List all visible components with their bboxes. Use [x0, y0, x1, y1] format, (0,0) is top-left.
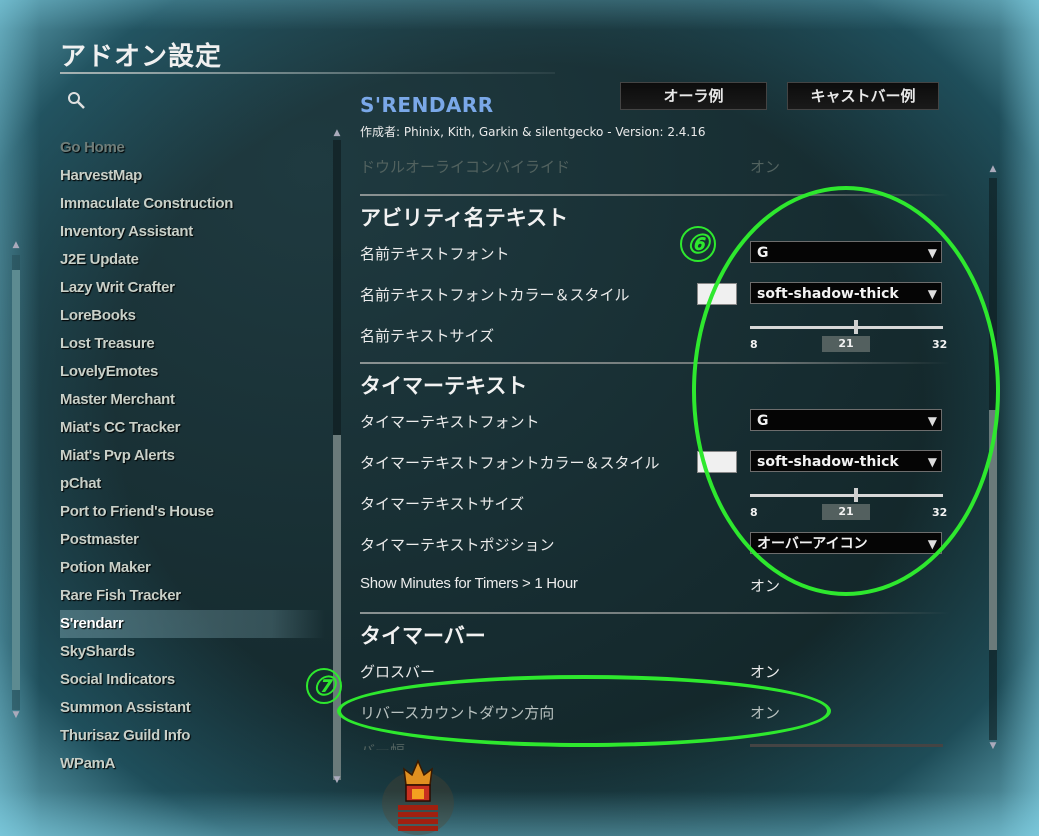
- scroll-down-arrow-icon[interactable]: ▼: [988, 741, 998, 751]
- setting-value[interactable]: オン: [750, 160, 780, 177]
- addon-list-item[interactable]: Inventory Assistant: [60, 218, 325, 246]
- addon-list-item[interactable]: Miat's Pvp Alerts: [60, 442, 325, 470]
- addon-list-item[interactable]: Postmaster: [60, 526, 325, 554]
- addon-name: S'RENDARR: [360, 93, 494, 117]
- name-font-label: 名前テキストフォント: [360, 245, 510, 263]
- addon-list-item[interactable]: J2E Update: [60, 246, 325, 274]
- gloss-bar-label: グロスバー: [360, 663, 436, 681]
- addon-list-item[interactable]: Miat's CC Tracker: [60, 414, 325, 442]
- bar-width-slider[interactable]: [750, 744, 943, 747]
- window-title: アドオン設定: [60, 42, 223, 72]
- timer-size-label: タイマーテキストサイズ: [360, 495, 525, 513]
- addon-list-item[interactable]: SkyShards: [60, 638, 325, 666]
- name-color-style-label: 名前テキストフォントカラー＆スタイル: [360, 286, 630, 304]
- timer-bar-section-header: タイマーバー: [360, 624, 486, 648]
- addon-list-item[interactable]: Social Indicators: [60, 666, 325, 694]
- annotation-number-7: ⑦: [306, 668, 342, 704]
- addon-list-item[interactable]: Port to Friend's House: [60, 498, 325, 526]
- timer-text-section-header: タイマーテキスト: [360, 374, 528, 398]
- addon-list-item[interactable]: Go Home: [60, 134, 325, 162]
- annotation-ellipse-6: [692, 186, 1000, 596]
- show-minutes-label: Show Minutes for Timers > 1 Hour: [360, 575, 578, 592]
- addon-list-item[interactable]: pChat: [60, 470, 325, 498]
- tower-icon: [382, 759, 454, 835]
- scroll-up-arrow-icon[interactable]: ▲: [332, 128, 342, 138]
- section-divider: [360, 612, 950, 614]
- annotation-ellipse-7: [337, 675, 831, 747]
- scroll-down-arrow-icon[interactable]: ▼: [332, 775, 342, 785]
- timer-position-label: タイマーテキストポジション: [360, 536, 555, 554]
- name-size-label: 名前テキストサイズ: [360, 327, 495, 345]
- scroll-up-arrow-icon[interactable]: ▲: [11, 240, 21, 250]
- gloss-bar-toggle[interactable]: オン: [750, 661, 780, 682]
- setting-label: ドウルオーライコンバイライド: [360, 160, 571, 176]
- title-divider: [60, 72, 555, 74]
- addon-list-item[interactable]: Rare Fish Tracker: [60, 582, 325, 610]
- addon-list-inner-scroll-thumb[interactable]: [333, 435, 341, 780]
- castbar-example-button[interactable]: キャストバー例: [787, 82, 939, 110]
- addon-list-item[interactable]: Immaculate Construction: [60, 190, 325, 218]
- scroll-down-arrow-icon[interactable]: ▼: [11, 710, 21, 720]
- addon-list-item[interactable]: Lazy Writ Crafter: [60, 274, 325, 302]
- timer-font-label: タイマーテキストフォント: [360, 413, 540, 431]
- addon-list-item[interactable]: Lost Treasure: [60, 330, 325, 358]
- scroll-up-arrow-icon[interactable]: ▲: [988, 164, 998, 174]
- aura-example-button[interactable]: オーラ例: [620, 82, 767, 110]
- addon-list-item[interactable]: Summon Assistant: [60, 694, 325, 722]
- addon-list-item[interactable]: S'rendarr: [60, 610, 325, 638]
- ability-name-section-header: アビリティ名テキスト: [360, 206, 569, 230]
- addon-list-scroll-thumb[interactable]: [12, 270, 20, 690]
- addon-list-item[interactable]: HarvestMap: [60, 162, 325, 190]
- bar-width-label: バー幅: [360, 740, 405, 750]
- addon-list-item[interactable]: Thurisaz Guild Info: [60, 722, 325, 750]
- timer-color-style-label: タイマーテキストフォントカラー＆スタイル: [360, 454, 660, 472]
- search-icon[interactable]: [66, 90, 86, 110]
- addon-author: 作成者: Phinix, Kith, Garkin & silentgecko …: [360, 125, 706, 139]
- addon-list-item[interactable]: LoreBooks: [60, 302, 325, 330]
- show-minutes-toggle[interactable]: オン: [750, 575, 780, 596]
- annotation-number-6: ⑥: [680, 226, 716, 262]
- addon-list: Go Home HarvestMap Immaculate Construction…: [60, 134, 325, 774]
- addon-list-item[interactable]: Potion Maker: [60, 554, 325, 582]
- addon-list-item[interactable]: Master Merchant: [60, 386, 325, 414]
- addon-list-item[interactable]: WPamA: [60, 750, 325, 774]
- addon-list-item[interactable]: LovelyEmotes: [60, 358, 325, 386]
